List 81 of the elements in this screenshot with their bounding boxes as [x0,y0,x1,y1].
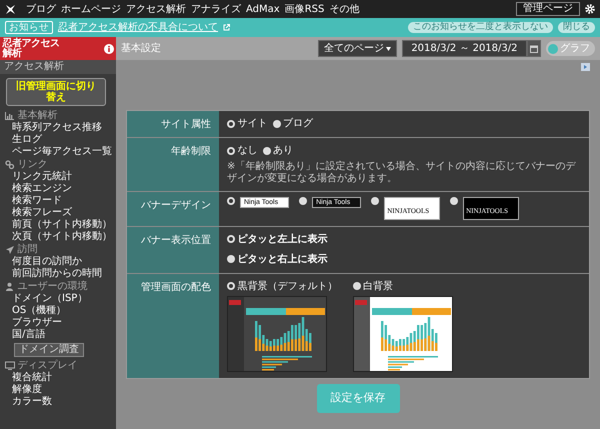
sidebar-item[interactable]: 次頁（サイト内移動） [0,231,116,243]
nav-link[interactable]: 画像RSS [284,2,324,16]
radio-button[interactable] [227,282,235,290]
sidebar-item[interactable]: ブラウザー [0,317,116,329]
radio-button[interactable] [352,282,360,290]
sidebar-item[interactable]: 複合統計 [0,372,116,384]
sidebar-item[interactable]: OS（機種） [0,305,116,317]
radio-button[interactable] [227,120,235,128]
person-icon [5,282,15,292]
info-icon [104,44,114,54]
nav-link[interactable]: その他 [329,2,360,16]
sidebar-item[interactable]: 検索ワード [0,195,116,207]
date-range-field[interactable]: 2018/3/2 ～ 2018/3/2 [402,40,526,57]
section-title: ディスプレイ [18,360,78,372]
radio-button[interactable] [262,146,270,154]
sidebar-item[interactable]: 何度目の訪問か [0,256,116,268]
nav-link[interactable]: ホームページ [61,2,121,16]
light-dashboard-thumbnail-drawing[interactable] [352,296,452,372]
sidebar-item[interactable]: 検索フレーズ [0,207,116,219]
option-label: 黒背景（デフォルト） [238,280,338,294]
setting-label: バナーデザイン [127,192,219,226]
radio-button[interactable] [450,197,458,205]
sidebar-item[interactable]: 検索エンジン [0,183,116,195]
admin-page-button[interactable]: 管理ページ [516,2,580,16]
option-label: ブログ [283,116,313,131]
notice-label: お知らせ [5,21,53,34]
page-select[interactable]: 全てのページ [318,40,398,57]
radio-button[interactable] [272,120,280,128]
sidebar-item[interactable]: 前頁（サイト内移動） [0,219,116,231]
radio-button[interactable] [371,197,380,205]
ad-info-icon [581,62,590,70]
nav-link[interactable]: アナライズ [191,2,241,16]
bar-chart-icon [5,111,15,121]
sidebar-item[interactable]: ドメイン（ISP） [0,293,116,305]
nav-link[interactable]: AdMax [246,2,280,16]
paper-plane-icon [5,245,15,255]
setting-label: 年齢制限 [127,138,219,191]
radio-button[interactable] [299,197,308,205]
page-title: 基本設定 [121,42,161,56]
option-label: ピタッと左上に表示 [238,232,328,246]
section-title: リンク [18,159,48,171]
settings-icon[interactable] [585,4,595,14]
radio-button[interactable] [227,197,235,205]
caret-icon [386,46,392,50]
star-logo-icon [5,4,16,14]
option-label: 白背景 [363,280,393,294]
close-button[interactable]: 閉じる [558,22,595,33]
section-title: ユーザーの環境 [18,281,88,293]
sidebar-item[interactable]: 生ログ [0,134,116,146]
logo-text: 忍者アクセス解析 [2,38,60,58]
option-label: サイト [238,117,268,131]
section-title: 基本解析 [18,110,58,122]
setting-label: サイト属性 [127,111,219,137]
option-label: なし [238,144,258,158]
sidebar-item[interactable]: ページ毎アクセス一覧 [0,146,116,158]
nav-link[interactable]: アクセス解析 [126,2,186,16]
monitor-icon [5,361,15,371]
sidebar-item[interactable]: 前回訪問からの時間 [0,268,116,280]
nav-link[interactable]: ブログ [26,2,56,16]
setting-label: バナー表示位置 [127,226,219,272]
calendar-icon [530,44,538,52]
sidebar-item[interactable]: 時系列アクセス推移 [0,122,116,134]
sidebar-heading: アクセス解析 [0,60,116,74]
setting-label: 管理画面の配色 [127,274,219,378]
sidebar-item[interactable]: 国/言語 [0,329,116,341]
option-label: あり [273,144,293,158]
radio-button[interactable] [227,146,235,154]
sidebar-item[interactable]: リンク元統計 [0,171,116,183]
sidebar-item[interactable]: カラー数 [0,396,116,408]
dark-dashboard-thumbnail-drawing[interactable] [227,296,327,372]
dismiss-button[interactable]: このお知らせを二度と表示しない [408,22,553,33]
option-label: ピタッと右上に表示 [238,252,328,266]
sidebar-item[interactable]: 解像度 [0,384,116,396]
note-text: ※「年齢制限あり」に設定されている場合、サイトの内容に応じてバナーのデザインが変更になる場合があります。 [227,161,577,185]
section-title: 訪問 [18,244,38,256]
domain-search-button[interactable]: ドメイン調査 [14,343,84,357]
calendar-button[interactable] [526,40,540,57]
chain-link-icon [5,160,15,170]
switch-banner-button[interactable]: 旧管理画面に切り替え [6,78,106,106]
radio-button[interactable] [227,255,235,263]
radio-button[interactable] [227,235,235,243]
